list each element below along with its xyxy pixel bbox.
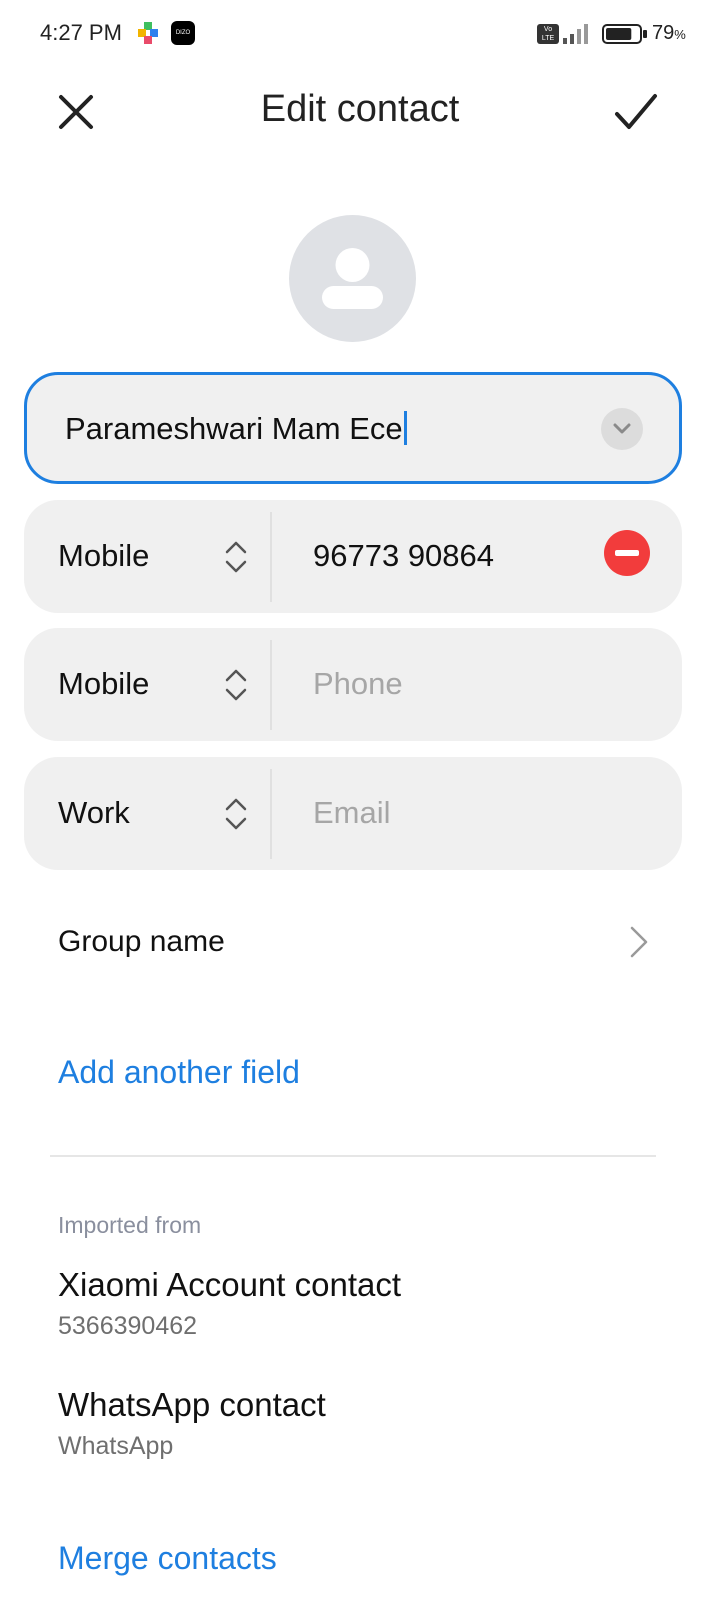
- app-notification-icon: [138, 22, 158, 44]
- field-divider: [270, 769, 272, 859]
- phone-type-label[interactable]: Mobile: [58, 666, 149, 702]
- signal-icon: [563, 24, 591, 44]
- name-field[interactable]: Parameshwari Mam Ece: [24, 372, 682, 484]
- account-title[interactable]: Xiaomi Account contact: [58, 1266, 401, 1304]
- add-another-field-link[interactable]: Add another field: [58, 1054, 300, 1091]
- dizo-app-icon: DIZO: [171, 21, 195, 45]
- phone-field-row-empty: Mobile Phone: [24, 628, 682, 741]
- volte-icon: Vo LTE: [537, 24, 559, 44]
- status-bar: 4:27 PM DIZO Vo LTE 79%: [0, 0, 720, 68]
- type-selector-icon[interactable]: [224, 540, 248, 574]
- type-selector-icon[interactable]: [224, 797, 248, 831]
- account-subtitle: WhatsApp: [58, 1432, 174, 1460]
- phone-input[interactable]: 96773 90864: [313, 538, 494, 574]
- minus-icon: [615, 550, 639, 556]
- battery-icon: [602, 24, 648, 44]
- chevron-right-icon: [630, 926, 648, 958]
- email-input-placeholder[interactable]: Email: [313, 795, 391, 831]
- type-selector-icon[interactable]: [224, 668, 248, 702]
- merge-contacts-link[interactable]: Merge contacts: [58, 1540, 277, 1577]
- group-name-label: Group name: [58, 925, 225, 958]
- phone-type-label[interactable]: Mobile: [58, 538, 149, 574]
- name-input-value[interactable]: Parameshwari Mam Ece: [65, 411, 407, 447]
- email-field-row: Work Email: [24, 757, 682, 870]
- header: Edit contact: [0, 68, 720, 160]
- email-type-label[interactable]: Work: [58, 795, 130, 831]
- section-divider: [50, 1155, 656, 1157]
- imported-from-label: Imported from: [58, 1212, 202, 1238]
- person-icon: [322, 248, 383, 309]
- expand-name-button[interactable]: [601, 408, 643, 450]
- checkmark-icon: [615, 94, 657, 129]
- status-time: 4:27 PM: [40, 20, 122, 45]
- chevron-down-icon: [613, 423, 631, 434]
- battery-percent: 79%: [652, 22, 686, 44]
- save-button[interactable]: [606, 82, 666, 142]
- contact-avatar[interactable]: [289, 215, 416, 342]
- text-cursor: [403, 411, 407, 445]
- account-title[interactable]: WhatsApp contact: [58, 1386, 326, 1424]
- phone-field-row: Mobile 96773 90864: [24, 500, 682, 613]
- remove-phone-button[interactable]: [604, 530, 650, 576]
- phone-input-placeholder[interactable]: Phone: [313, 666, 403, 702]
- field-divider: [270, 512, 272, 602]
- group-name-row[interactable]: Group name: [24, 895, 682, 990]
- field-divider: [270, 640, 272, 730]
- account-subtitle: 5366390462: [58, 1312, 198, 1340]
